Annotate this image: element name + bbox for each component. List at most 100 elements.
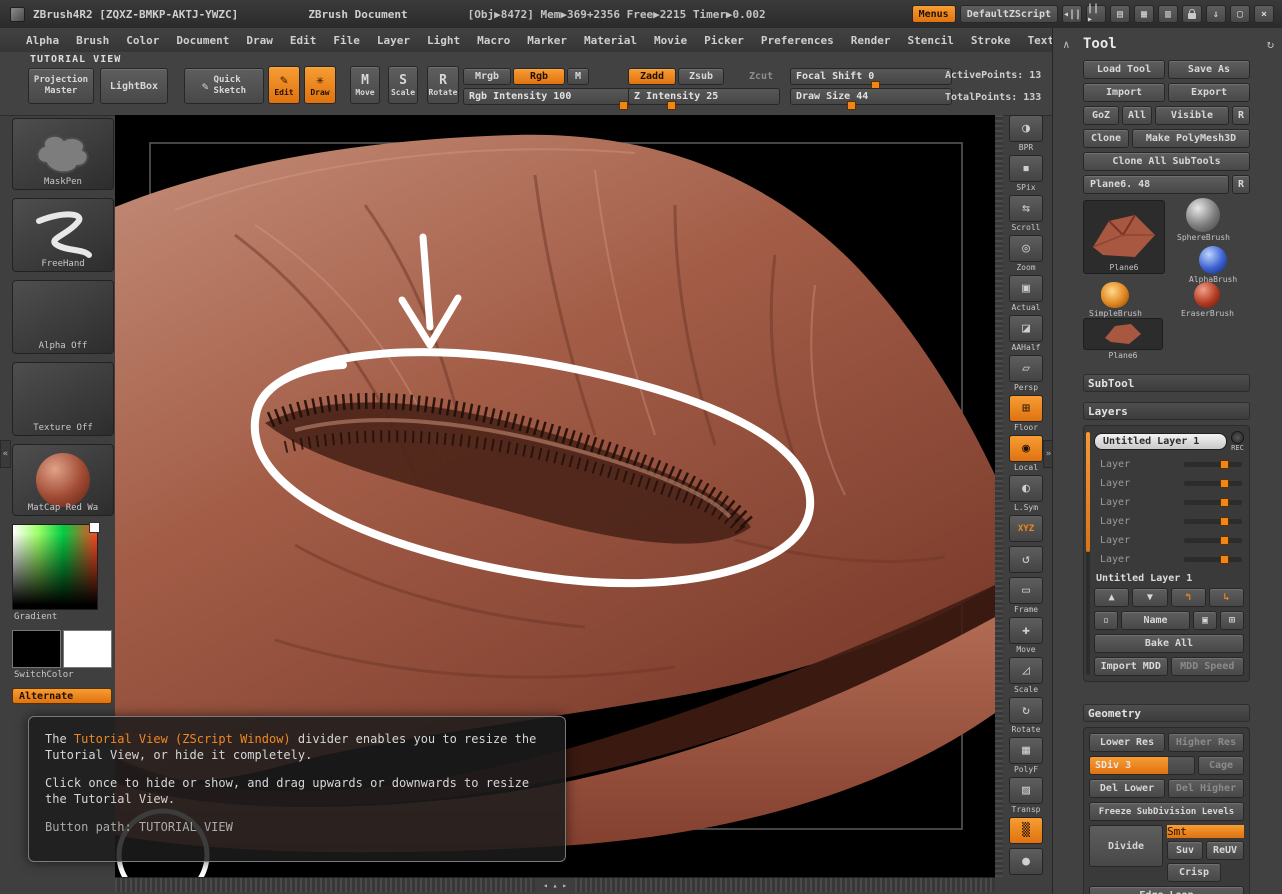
layer-row[interactable]: Layer	[1094, 493, 1244, 512]
shelf-icon[interactable]: ◉	[1009, 435, 1043, 462]
slider-handle[interactable]	[619, 101, 628, 110]
shelf-icon-button[interactable]: ◑ BPR	[1008, 115, 1044, 152]
shelf-icon[interactable]: ↺	[1009, 546, 1043, 573]
projection-master-button[interactable]: Projection Master	[28, 68, 94, 104]
alphabrush-thumbnail[interactable]: AlphaBrush	[1189, 246, 1237, 284]
scrollbar-grip[interactable]: ◂ ▴ ▸	[535, 878, 575, 892]
secondary-color-swatch[interactable]	[63, 630, 112, 668]
z-intensity-slider[interactable]: Z Intensity 25	[628, 88, 780, 105]
shelf-icon[interactable]: ◑	[1009, 115, 1043, 142]
freeze-subdivision-button[interactable]: Freeze SubDivision Levels	[1089, 802, 1244, 821]
menu-item[interactable]: Alpha	[26, 34, 59, 47]
import-button[interactable]: Import	[1083, 83, 1165, 102]
layer-opacity-slider[interactable]	[1184, 538, 1242, 543]
geometry-section-header[interactable]: Geometry	[1083, 704, 1250, 722]
clone-button[interactable]: Clone	[1083, 129, 1129, 148]
palette-scroll-right-icon[interactable]: ||▸	[1086, 5, 1106, 23]
menu-item[interactable]: Picker	[704, 34, 744, 47]
subtool-section-header[interactable]: SubTool	[1083, 374, 1250, 392]
eraserbrush-thumbnail[interactable]: EraserBrush	[1181, 282, 1234, 318]
shelf-icon-button[interactable]: ◪ AAHalf	[1008, 315, 1044, 352]
menu-item[interactable]: Render	[851, 34, 891, 47]
load-tool-button[interactable]: Load Tool	[1083, 60, 1165, 79]
shelf-icon[interactable]: ▭	[1009, 577, 1043, 604]
brush-picker[interactable]: MaskPen	[12, 118, 114, 190]
alternate-button[interactable]: Alternate	[12, 688, 112, 704]
layers-scrollbar[interactable]	[1086, 432, 1090, 552]
shelf-icon[interactable]: ▪	[1009, 155, 1043, 182]
layer-paste-button[interactable]: ⊞	[1220, 611, 1244, 630]
texture-picker[interactable]: Texture Off	[12, 362, 114, 436]
menu-item[interactable]: Stroke	[971, 34, 1011, 47]
expand-icon[interactable]: ⇓	[1206, 5, 1226, 23]
goz-r-button[interactable]: R	[1232, 106, 1250, 125]
edge-loop-button[interactable]: Edge Loop	[1089, 886, 1244, 894]
menu-item[interactable]: Macro	[477, 34, 510, 47]
suv-button[interactable]: Suv	[1167, 841, 1203, 860]
menu-item[interactable]: Movie	[654, 34, 687, 47]
shelf-icon-button[interactable]: ▨ Transp	[1008, 777, 1044, 814]
shelf-icon[interactable]: ◪	[1009, 315, 1043, 342]
shelf-icon[interactable]: ◐	[1009, 475, 1043, 502]
sdiv-slider[interactable]: SDiv 3	[1089, 756, 1195, 775]
layer-down-button[interactable]: ▼	[1132, 588, 1167, 607]
shelf-icon-button[interactable]: ● Solo	[1008, 848, 1044, 877]
menu-item[interactable]: Marker	[527, 34, 567, 47]
crisp-button[interactable]: Crisp	[1167, 863, 1221, 882]
import-mdd-button[interactable]: Import MDD	[1094, 657, 1168, 676]
alpha-picker[interactable]: Alpha Off	[12, 280, 114, 354]
edit-button[interactable]: ✎ Edit	[268, 66, 300, 104]
menus-button[interactable]: Menus	[912, 5, 956, 23]
layer-row[interactable]: Layer	[1094, 474, 1244, 493]
layer-opacity-slider[interactable]	[1184, 462, 1242, 467]
record-dot-icon[interactable]	[1231, 431, 1244, 444]
layer-row[interactable]: Layer	[1094, 531, 1244, 550]
bake-all-button[interactable]: Bake All	[1094, 634, 1244, 653]
menu-item[interactable]: Preferences	[761, 34, 834, 47]
shelf-icon-button[interactable]: ⊞ Floor	[1008, 395, 1044, 432]
layout-1-icon[interactable]: ▤	[1110, 5, 1130, 23]
shelf-icon-button[interactable]: ⇆ Scroll	[1008, 195, 1044, 232]
record-toggle[interactable]: REC	[1231, 431, 1244, 452]
layer-promote-button[interactable]: ↰	[1171, 588, 1206, 607]
shelf-icon[interactable]: ⇆	[1009, 195, 1043, 222]
layout-3-icon[interactable]: ▥	[1158, 5, 1178, 23]
gradient-picker-square[interactable]	[12, 524, 98, 610]
refresh-icon[interactable]: ↻	[1267, 37, 1274, 51]
shelf-icon-button[interactable]: ◉ Local	[1008, 435, 1044, 472]
zsub-button[interactable]: Zsub	[678, 68, 724, 85]
move-button[interactable]: M Move	[350, 66, 380, 104]
lock-icon[interactable]	[1182, 5, 1202, 23]
m-button[interactable]: M	[567, 68, 589, 85]
clone-all-subtools-button[interactable]: Clone All SubTools	[1083, 152, 1250, 171]
make-polymesh3d-button[interactable]: Make PolyMesh3D	[1132, 129, 1250, 148]
shelf-icon-button[interactable]: ▭ Frame	[1008, 577, 1044, 614]
visible-button[interactable]: Visible	[1155, 106, 1229, 125]
shelf-icon[interactable]: ▱	[1009, 355, 1043, 382]
main-color-swatch[interactable]	[12, 630, 61, 668]
default-zscript-button[interactable]: DefaultZScript	[960, 5, 1058, 23]
shelf-icon[interactable]: ▣	[1009, 275, 1043, 302]
menu-item[interactable]: Draw	[246, 34, 273, 47]
current-tool-thumbnail[interactable]: Plane6	[1083, 200, 1165, 274]
layers-section-header[interactable]: Layers	[1083, 402, 1250, 420]
shelf-icon-button[interactable]: ◎ Zoom	[1008, 235, 1044, 272]
save-as-button[interactable]: Save As	[1168, 60, 1250, 79]
menu-item[interactable]: Light	[427, 34, 460, 47]
palette-scroll-left-icon[interactable]: ◂||	[1062, 5, 1082, 23]
layout-2-icon[interactable]: ▦	[1134, 5, 1154, 23]
layer-opacity-slider[interactable]	[1184, 500, 1242, 505]
slider-handle[interactable]	[667, 101, 676, 110]
menu-item[interactable]: Edit	[290, 34, 317, 47]
shelf-icon-button[interactable]: ◐ L.Sym	[1008, 475, 1044, 512]
shelf-icon-button[interactable]: ▒	[1008, 817, 1044, 845]
selected-layer-name[interactable]: Untitled Layer 1	[1094, 433, 1227, 450]
shelf-icon[interactable]: ▦	[1009, 737, 1043, 764]
scale-button[interactable]: S Scale	[388, 66, 418, 104]
shelf-icon-button[interactable]: ↺	[1008, 546, 1044, 574]
shelf-icon[interactable]: ↻	[1009, 697, 1043, 724]
shelf-icon-button[interactable]: XYZ	[1008, 515, 1044, 543]
canvas-horizontal-scrollbar[interactable]: ◂ ▴ ▸	[115, 877, 995, 892]
layer-copy-button[interactable]: ▣	[1193, 611, 1217, 630]
shelf-icon-button[interactable]: ✚ Move	[1008, 617, 1044, 654]
